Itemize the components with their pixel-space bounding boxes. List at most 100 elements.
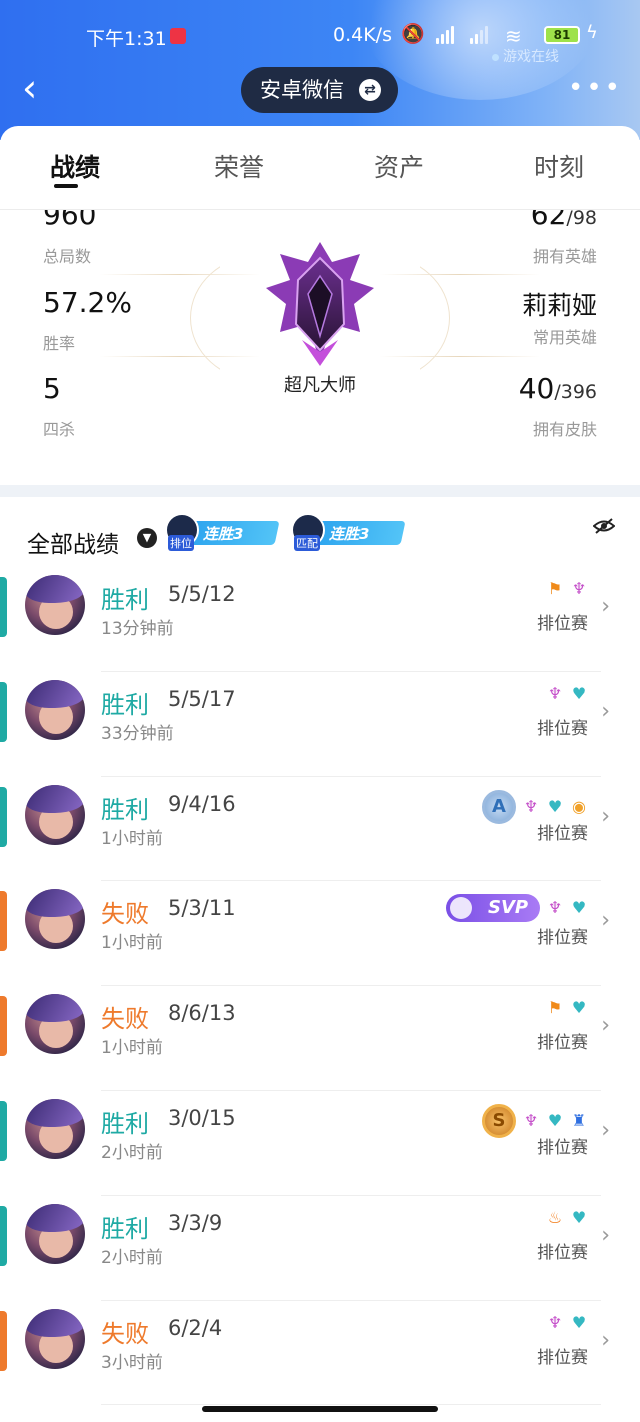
swap-icon: ⇄	[359, 79, 381, 101]
match-result: 胜利	[101, 1214, 149, 1243]
match-time-ago: 3小时前	[101, 1352, 163, 1373]
match-mode: 排位赛	[537, 928, 588, 949]
match-row[interactable]: 胜利 5/5/12 13分钟前 ⚑ ♆ 排位赛 ›	[0, 567, 640, 672]
tab-assets[interactable]: 资产	[374, 148, 424, 184]
back-button[interactable]: ‹	[22, 69, 62, 110]
status-net-speed: 0.4K/s	[333, 24, 392, 46]
result-color-bar	[0, 1205, 7, 1266]
flag-icon: ⚑	[547, 579, 563, 598]
tab-honors[interactable]: 荣誉	[214, 148, 264, 184]
match-kda: 3/0/15	[168, 1105, 236, 1130]
match-time-ago: 33分钟前	[101, 723, 174, 744]
battery-icon: 81	[544, 26, 580, 44]
match-result: 胜利	[101, 795, 149, 824]
home-indicator[interactable]	[202, 1406, 438, 1412]
hero-avatar	[25, 1308, 85, 1369]
heroes-owned-value: 62	[530, 210, 567, 231]
match-row[interactable]: 胜利 3/0/15 2小时前 S ♆ ♥ ♜ 排位赛 ›	[0, 1091, 640, 1196]
match-streak-text: 连胜3	[329, 525, 370, 543]
demon-icon: ♆	[523, 1110, 539, 1130]
match-time-ago: 2小时前	[101, 1142, 163, 1163]
skins-owned-value: 40	[518, 372, 555, 405]
heroes-owned: 62/98	[531, 210, 597, 231]
demon-icon: ♆	[547, 898, 563, 918]
match-tag: 匹配	[294, 535, 320, 551]
match-honor-icons: SVP ♆ ♥	[446, 894, 588, 923]
match-kda: 3/3/9	[168, 1210, 223, 1235]
match-kda: 5/3/11	[168, 896, 236, 921]
match-mode: 排位赛	[537, 1033, 588, 1054]
more-menu-button[interactable]: •••	[568, 75, 623, 101]
skins-owned: 40/396	[519, 372, 597, 405]
heart-icon: ♥	[571, 898, 587, 918]
chevron-right-icon: ›	[601, 1327, 610, 1353]
chevron-right-icon: ›	[601, 1222, 610, 1248]
medal-s-icon: S	[482, 1103, 516, 1138]
match-row[interactable]: 失败 6/2/4 3小时前 ♆ ♥ 排位赛 ›	[0, 1301, 640, 1406]
heart-icon: ♥	[547, 1110, 563, 1130]
heart-icon: ♥	[571, 998, 587, 1018]
result-color-bar	[0, 577, 7, 637]
result-color-bar	[0, 891, 7, 952]
match-row[interactable]: 失败 5/3/11 1小时前 SVP ♆ ♥ 排位赛 ›	[0, 881, 640, 987]
heart-icon: ♥	[571, 1207, 587, 1227]
demon-icon: ♆	[571, 579, 587, 598]
notification-app-icon	[170, 28, 186, 44]
medal-a-icon: A	[482, 789, 516, 824]
chevron-down-icon[interactable]: ▼	[137, 528, 157, 548]
match-time-ago: 2小时前	[101, 1247, 163, 1268]
match-result: 失败	[101, 1319, 149, 1348]
result-color-bar	[0, 681, 7, 742]
match-mode: 排位赛	[537, 614, 588, 634]
heart-icon: ♥	[571, 1312, 587, 1332]
decor-line	[100, 356, 260, 357]
demon-icon: ♆	[523, 796, 539, 816]
match-honor-icons: ⚑ ♥	[546, 999, 588, 1017]
match-kda: 8/6/13	[168, 1001, 236, 1026]
account-label: 安卓微信	[260, 78, 344, 102]
rank-name: 超凡大师	[284, 375, 356, 396]
match-time-ago: 13分钟前	[101, 619, 174, 639]
mute-bell-icon: 🔕	[401, 23, 425, 45]
result-color-bar	[0, 786, 7, 847]
match-result: 失败	[101, 1005, 149, 1034]
chevron-right-icon: ›	[601, 594, 610, 619]
hero-avatar	[25, 575, 85, 635]
match-mode: 排位赛	[537, 1242, 588, 1263]
tab-active-indicator	[54, 184, 78, 188]
match-kda: 6/2/4	[168, 1315, 223, 1340]
match-kda: 5/5/12	[168, 582, 236, 606]
match-row[interactable]: 失败 8/6/13 1小时前 ⚑ ♥ 排位赛 ›	[0, 986, 640, 1091]
tab-bar: 战绩 荣誉 资产 时刻	[0, 126, 640, 210]
section-divider	[0, 485, 640, 497]
match-row[interactable]: 胜利 5/5/17 33分钟前 ♆ ♥ 排位赛 ›	[0, 672, 640, 777]
hide-eye-icon[interactable]	[593, 517, 615, 535]
tab-records[interactable]: 战绩	[50, 148, 100, 184]
match-mode: 排位赛	[537, 718, 588, 739]
match-row[interactable]: 胜利 9/4/16 1小时前 A ♆ ♥ ◉ 排位赛 ›	[0, 777, 640, 882]
flag-icon: ⚑	[547, 998, 563, 1018]
hero-avatar	[25, 889, 85, 950]
decor-line	[380, 356, 540, 357]
account-switch-button[interactable]: 安卓微信 ⇄	[241, 67, 398, 113]
match-kda: 5/5/17	[168, 686, 236, 711]
ranked-streak-badge: 连胜3 排位	[165, 513, 280, 551]
hero-avatar	[25, 1203, 85, 1264]
chevron-right-icon: ›	[601, 698, 610, 724]
records-filter-title[interactable]: 全部战绩	[27, 525, 119, 559]
match-result: 胜利	[101, 690, 149, 719]
match-result: 胜利	[101, 1109, 149, 1138]
ranked-tag: 排位	[168, 535, 194, 551]
match-honor-icons: ♆ ♥	[546, 684, 588, 703]
match-list: 胜利 5/5/12 13分钟前 ⚑ ♆ 排位赛 › 胜利 5/5/17 33分钟前…	[0, 567, 640, 1406]
match-time-ago: 1小时前	[101, 828, 163, 849]
total-games-label: 总局数	[43, 247, 92, 266]
win-rate-value: 57.2%	[43, 286, 132, 319]
match-row[interactable]: 胜利 3/3/9 2小时前 ♨ ♥ 排位赛 ›	[0, 1196, 640, 1301]
skins-owned-label: 拥有皮肤	[532, 420, 597, 439]
records-header: 全部战绩 ▼ 连胜3 排位 连胜3 匹配	[0, 497, 640, 567]
match-result: 失败	[101, 900, 149, 929]
chevron-right-icon: ›	[601, 1117, 610, 1143]
match-time-ago: 1小时前	[101, 1038, 163, 1059]
tab-moments[interactable]: 时刻	[534, 148, 584, 184]
